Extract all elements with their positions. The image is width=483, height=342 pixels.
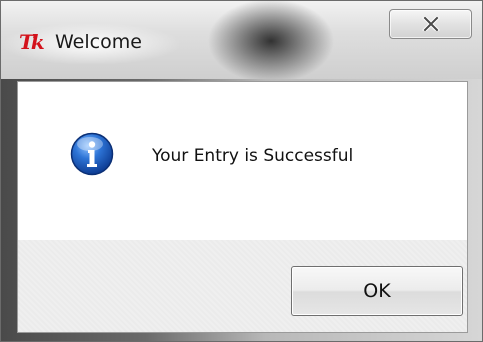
close-icon	[422, 17, 440, 31]
dialog-window: Tk Welcome Your Entry is Successful OK	[0, 0, 483, 342]
button-area: OK	[18, 240, 467, 332]
tk-feather-icon: Tk	[19, 30, 45, 54]
window-title: Welcome	[55, 31, 142, 53]
close-button[interactable]	[389, 9, 472, 39]
info-icon	[70, 132, 114, 176]
ok-button[interactable]: OK	[291, 266, 463, 316]
dialog-body: Your Entry is Successful OK	[17, 81, 468, 333]
title-bar[interactable]: Tk Welcome	[1, 1, 482, 79]
message-text: Your Entry is Successful	[152, 146, 354, 166]
message-area: Your Entry is Successful	[18, 82, 467, 240]
